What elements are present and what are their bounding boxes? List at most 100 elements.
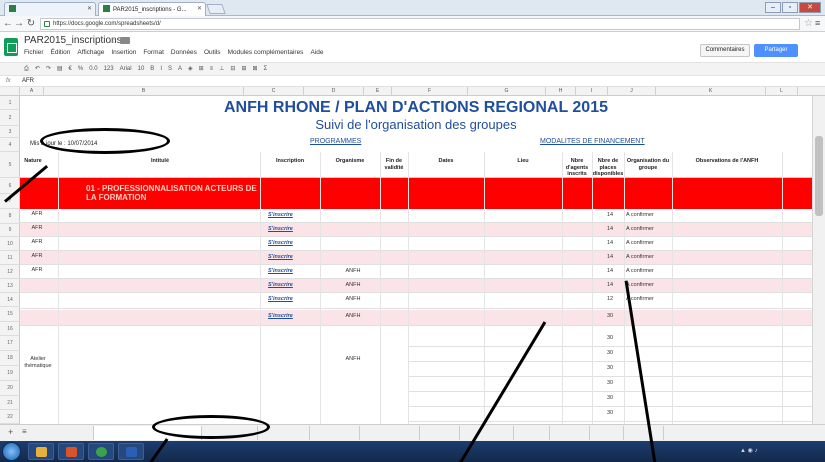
toolbar-button-11[interactable]: I [160, 66, 162, 72]
cell-places[interactable]: 30 [596, 410, 624, 417]
inscription-link[interactable]: S'inscrire [268, 240, 318, 247]
toolbar-button-2[interactable]: ↷ [46, 66, 51, 72]
close-tab-icon[interactable]: ✕ [87, 5, 92, 12]
row-header[interactable]: 15 [0, 307, 20, 322]
cell-organisme[interactable]: ANFH [326, 296, 380, 303]
cell-nature[interactable]: AFR [22, 253, 52, 260]
column-header-C[interactable]: C [244, 87, 304, 96]
row-header[interactable]: 14 [0, 293, 20, 307]
inscription-link[interactable]: S'inscrire [268, 212, 318, 219]
toolbar-button-15[interactable]: ⊞ [199, 66, 204, 72]
toolbar-button-3[interactable]: ▤ [57, 66, 63, 72]
cell-organisation[interactable]: A confirmer [626, 212, 672, 219]
row-header[interactable]: 18 [0, 351, 20, 366]
url-input[interactable]: https://docs.google.com/spreadsheets/d/ [40, 18, 800, 30]
cell-places[interactable]: 30 [596, 350, 624, 357]
session-row[interactable]: 30 [408, 347, 812, 362]
cell-nature[interactable]: AFR [22, 267, 52, 274]
row-header[interactable]: 1 [0, 96, 20, 110]
cell-organisation[interactable]: A confirmer [626, 226, 672, 233]
table-row[interactable]: S'inscrire ANFH 12 A confirmer [20, 293, 812, 309]
row-header[interactable]: 9 [0, 224, 20, 237]
comments-button[interactable]: Commentaires [700, 44, 750, 57]
menu-item-1[interactable]: Édition [51, 49, 71, 56]
session-row[interactable]: 30 [408, 332, 812, 347]
inscription-link[interactable]: S'inscrire [268, 268, 318, 275]
toolbar-button-8[interactable]: Arial [120, 66, 132, 72]
tray-icons[interactable]: ▲ ◉ ♪ [740, 447, 758, 454]
row-header[interactable]: 19 [0, 366, 20, 381]
cell-nature[interactable]: AFR [22, 239, 52, 246]
row-header[interactable]: 5 [0, 152, 20, 178]
toolbar-button-1[interactable]: ↶ [35, 66, 40, 72]
toolbar-button-20[interactable]: ⊠ [252, 66, 257, 72]
toolbar-button-14[interactable]: ◈ [188, 66, 193, 72]
cell-nature[interactable]: AFR [22, 225, 52, 232]
menu-item-7[interactable]: Modules complémentaires [228, 49, 304, 56]
sheet-tab-6[interactable] [420, 426, 460, 440]
cell-nature[interactable]: Atelier thématique [22, 356, 54, 369]
menu-item-2[interactable]: Affichage [77, 49, 104, 56]
list-sheets-icon[interactable]: ≡ [22, 427, 27, 436]
cell-places[interactable]: 14 [596, 282, 624, 289]
cell-places[interactable]: 14 [596, 240, 624, 247]
cell-places[interactable]: 30 [596, 380, 624, 387]
toolbar-button-9[interactable]: 10 [138, 66, 145, 72]
cell-organisme[interactable]: ANFH [326, 268, 380, 275]
session-row[interactable]: 30 [408, 377, 812, 392]
cell-organisme[interactable]: ANFH [326, 356, 380, 363]
toolbar-button-6[interactable]: 0.0 [89, 66, 97, 72]
row-header[interactable]: 11 [0, 251, 20, 265]
formula-input[interactable]: AFR [22, 76, 34, 86]
scrollbar-thumb[interactable] [815, 136, 823, 216]
table-row[interactable]: AFR S'inscrire 14 A confirmer [20, 237, 812, 251]
menu-item-4[interactable]: Format [143, 49, 164, 56]
column-header-L[interactable]: L [766, 87, 798, 96]
toolbar-button-10[interactable]: B [150, 66, 154, 72]
row-header[interactable]: 21 [0, 396, 20, 410]
start-button-icon[interactable] [2, 442, 21, 461]
sheet-tab-9[interactable] [550, 426, 590, 440]
sheets-logo-icon[interactable] [4, 38, 18, 56]
column-header-D[interactable]: D [304, 87, 364, 96]
reload-icon[interactable]: ↻ [26, 18, 36, 30]
table-row[interactable]: AFR S'inscrire 14 A confirmer [20, 223, 812, 237]
cell-places[interactable]: 14 [596, 268, 624, 275]
toolbar-button-17[interactable]: ⊥ [219, 66, 224, 72]
menu-item-6[interactable]: Outils [204, 49, 221, 56]
table-row[interactable]: AFR S'inscrire ANFH 14 A confirmer [20, 265, 812, 279]
table-row[interactable]: S'inscrire ANFH 30 [20, 310, 812, 326]
toolbar-button-12[interactable]: S [168, 66, 172, 72]
row-header[interactable]: 4 [0, 138, 20, 152]
toolbar-button-13[interactable]: A [178, 66, 182, 72]
close-tab-icon[interactable]: ✕ [197, 5, 202, 12]
row-header[interactable]: 12 [0, 265, 20, 279]
browser-tab-0[interactable]: ✕ [4, 2, 96, 16]
browser-tab-1[interactable]: PAR2015_inscriptions - G... ✕ [98, 2, 206, 16]
toolbar-button-4[interactable]: € [69, 66, 72, 72]
back-icon[interactable]: ← [3, 18, 13, 30]
sheet-tab-8[interactable] [514, 426, 550, 440]
document-title[interactable]: PAR2015_inscriptions [24, 35, 122, 46]
toolbar-button-19[interactable]: ⊞ [241, 66, 246, 72]
cell-places[interactable]: 14 [596, 212, 624, 219]
toolbar-button-16[interactable]: ≡ [210, 66, 214, 72]
table-row[interactable]: AFR S'inscrire 14 A confirmer [20, 251, 812, 265]
bookmark-star-icon[interactable]: ☆ [804, 18, 813, 29]
cell-places[interactable]: 30 [596, 335, 624, 342]
cell-places[interactable]: 14 [596, 254, 624, 261]
taskbar-chrome-icon[interactable] [88, 443, 114, 460]
section-header-row[interactable]: 01 - PROFESSIONNALISATION ACTEURS DE LA … [20, 178, 812, 209]
new-tab-button[interactable] [206, 4, 226, 14]
table-row[interactable]: S'inscrire ANFH 14 A confirmer [20, 279, 812, 293]
row-header[interactable]: 2 [0, 110, 20, 126]
column-header-J[interactable]: J [608, 87, 656, 96]
session-row[interactable]: 30 [408, 407, 812, 422]
column-header-F[interactable]: F [392, 87, 468, 96]
column-header-I[interactable]: I [576, 87, 608, 96]
column-header-G[interactable]: G [468, 87, 546, 96]
sheet-tab-5[interactable] [360, 426, 420, 440]
table-row[interactable]: AFR S'inscrire 14 A confirmer [20, 209, 812, 223]
cell-organisation[interactable]: A confirmer [626, 296, 672, 303]
add-sheet-icon[interactable]: + [8, 427, 13, 437]
